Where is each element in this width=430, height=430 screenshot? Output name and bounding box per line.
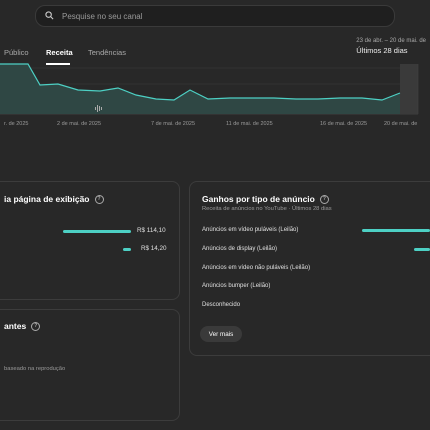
watch-page-value: R$ 14,20 xyxy=(141,245,167,252)
help-icon[interactable]: ? xyxy=(31,322,41,332)
tab-receita[interactable]: Receita xyxy=(46,48,73,57)
date-range-dates: 23 de abr. – 20 de mai. de xyxy=(356,38,426,44)
date-range-selector[interactable]: 23 de abr. – 20 de mai. de Últimos 28 di… xyxy=(356,38,426,55)
help-icon[interactable]: ? xyxy=(94,195,104,205)
date-range-period: Últimos 28 dias xyxy=(356,46,408,55)
x-tick: 20 de mai. de xyxy=(384,121,418,127)
top-bar xyxy=(0,0,430,34)
search-icon xyxy=(45,11,54,20)
ad-type-label: Anúncios em vídeo não puláveis (Leilão) xyxy=(202,265,311,271)
x-tick: 16 de mai. de 2025 xyxy=(320,121,368,127)
watch-page-bar xyxy=(63,230,131,233)
watch-page-value: R$ 114,10 xyxy=(137,227,166,234)
x-tick: 2 de mai. de 2025 xyxy=(57,121,102,127)
x-tick: 11 de mai. de 2025 xyxy=(226,121,273,127)
x-tick: 7 de mai. de 2025 xyxy=(151,121,196,127)
search-input[interactable] xyxy=(60,8,384,25)
ad-type-bar xyxy=(362,229,430,232)
watch-page-bar xyxy=(123,248,131,251)
ad-type-label: Anúncios bumper (Leilão) xyxy=(202,283,271,289)
members-card-title: antes? xyxy=(4,321,41,332)
revenue-area xyxy=(0,64,400,114)
tab-tendencias[interactable]: Tendências xyxy=(88,48,126,57)
ad-type-label: Anúncios de display (Leilão) xyxy=(202,246,278,252)
ad-type-label: Anúncios em vídeo puláveis (Leilão) xyxy=(202,227,299,233)
ad-type-card-subtitle: Receita de anúncios no YouTube · Últimos… xyxy=(202,206,332,212)
x-tick: r. de 2025 xyxy=(4,121,29,127)
ad-type-bar xyxy=(414,248,430,251)
search-box[interactable] xyxy=(35,5,395,27)
ad-type-label: Desconhecido xyxy=(202,302,241,308)
hover-column xyxy=(400,64,418,114)
watch-page-card-title: ia página de exibição? xyxy=(4,194,104,205)
help-icon[interactable]: ? xyxy=(319,195,329,205)
see-more-button[interactable]: Ver mais xyxy=(200,326,242,342)
tab-publico[interactable]: Público xyxy=(4,48,29,57)
members-card-subtitle: baseado na reprodução xyxy=(4,366,66,372)
ad-type-card-title: Ganhos por tipo de anúncio? xyxy=(202,194,329,205)
